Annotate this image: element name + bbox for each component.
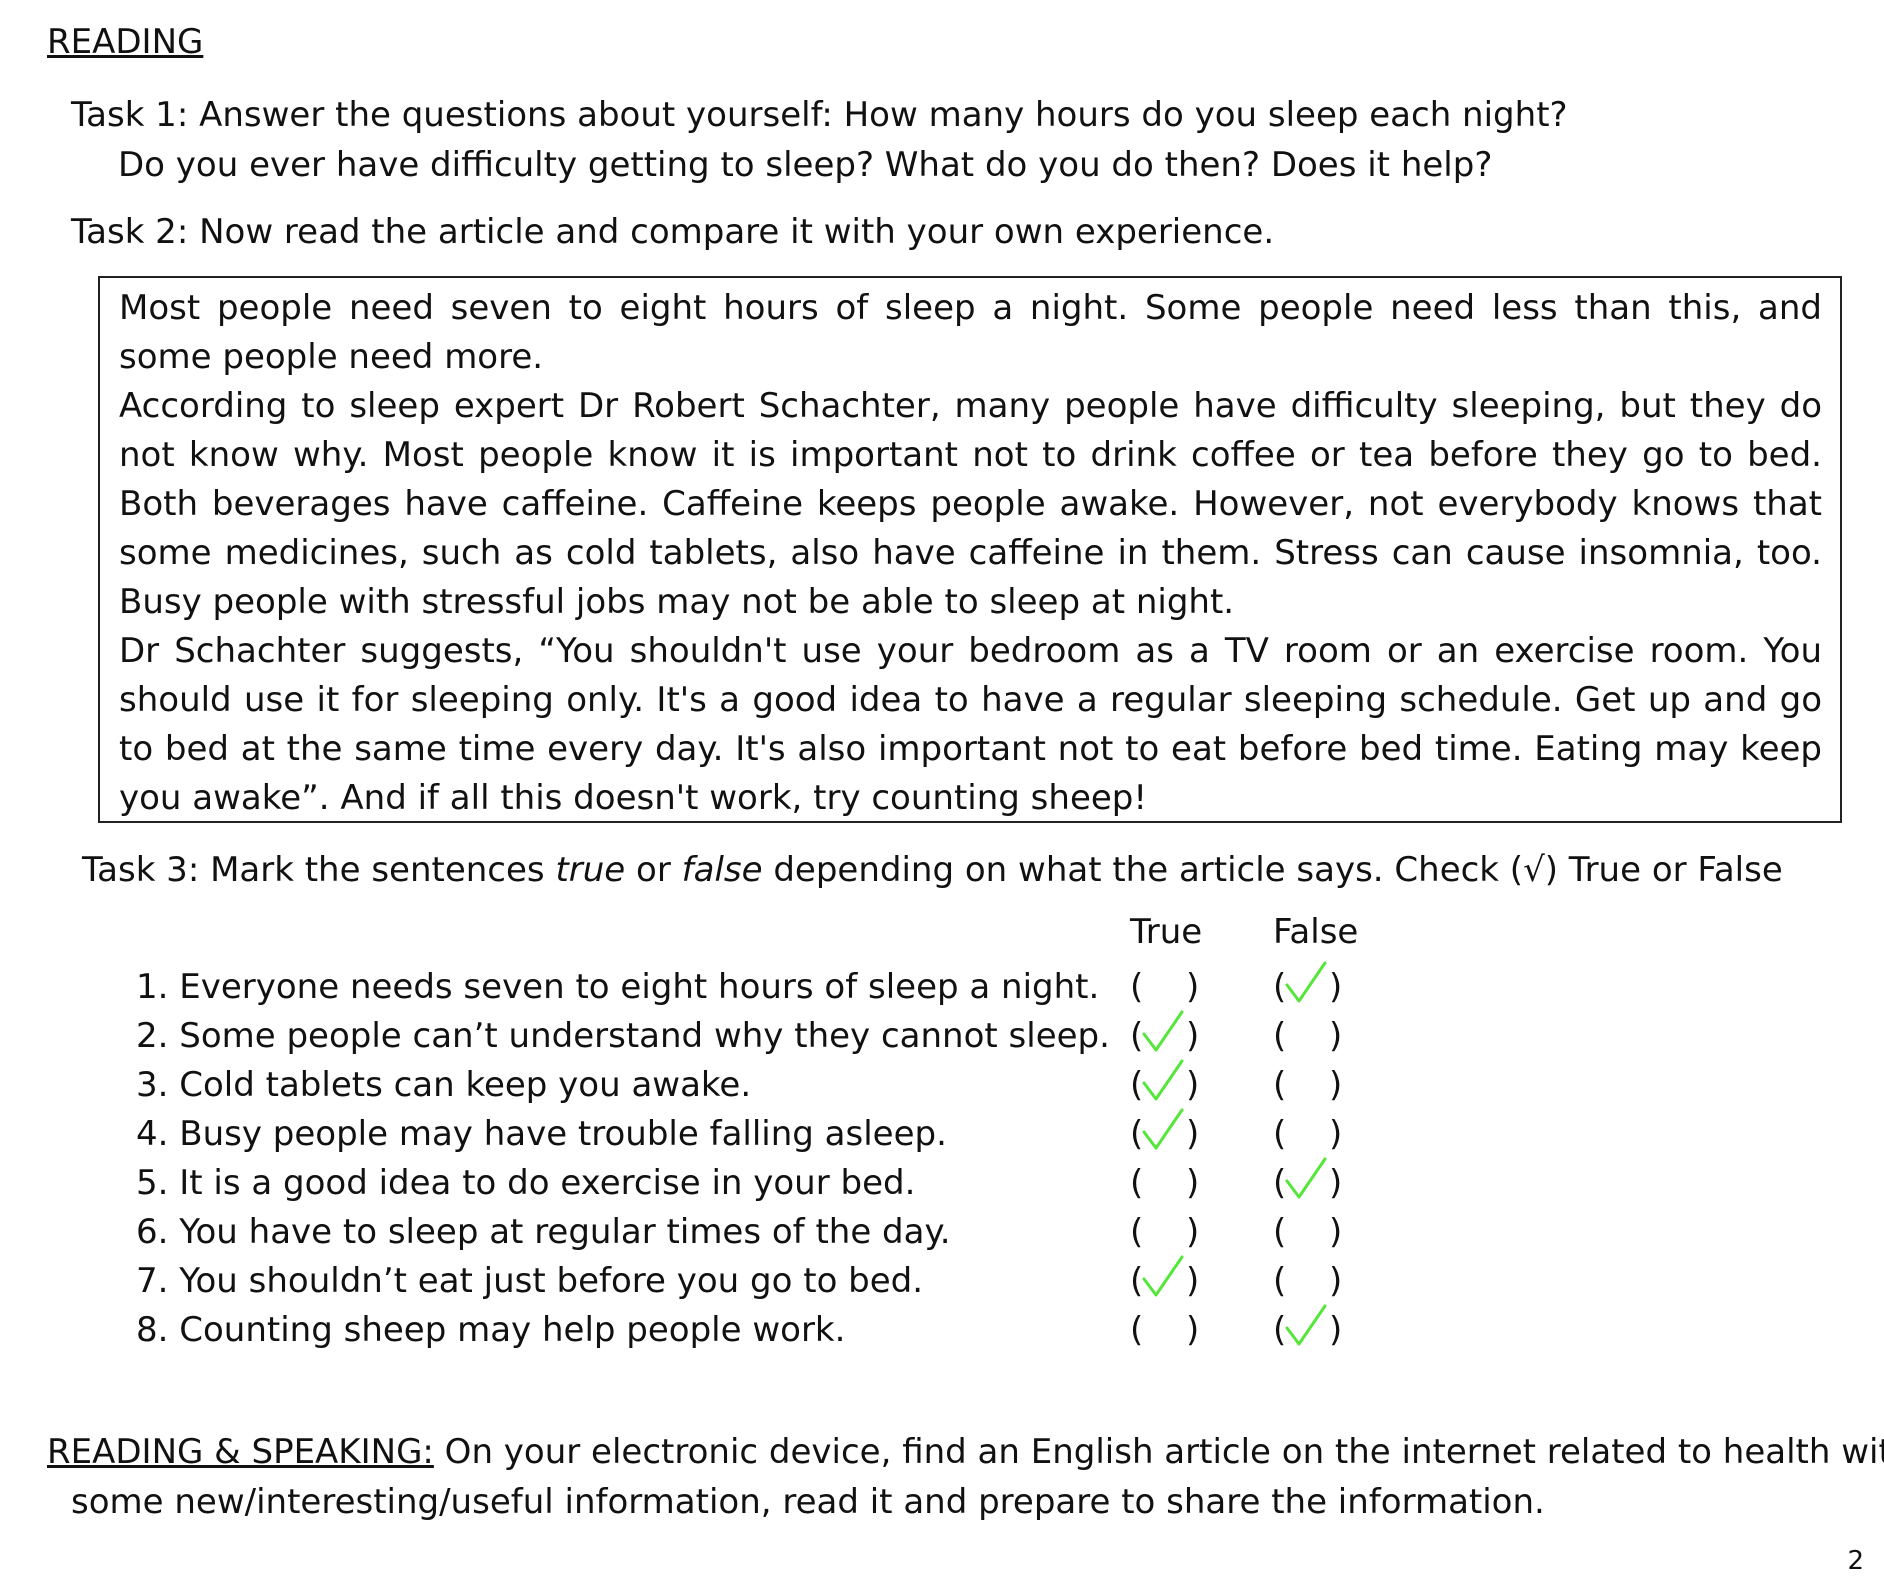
paren-open: (	[1130, 1310, 1144, 1350]
task-3: Task 3: Mark the sentences true or false…	[82, 845, 1783, 895]
paren-open: (	[1273, 1016, 1287, 1056]
handwritten-check-icon	[1285, 1157, 1327, 1199]
handwritten-check-icon	[1285, 961, 1327, 1003]
question-text: 8. Counting sheep may help people work.	[136, 1310, 846, 1350]
handwritten-check-icon	[1142, 1108, 1184, 1150]
page-number: 2	[1847, 1546, 1864, 1576]
article-paragraph-2: According to sleep expert Dr Robert Scha…	[119, 386, 1822, 622]
task-1: Task 1: Answer the questions about yours…	[71, 90, 1568, 190]
paren-close: )	[1186, 1163, 1200, 1203]
reading-speaking-task: READING & SPEAKING: On your electronic d…	[47, 1427, 1884, 1527]
column-header-false: False	[1273, 912, 1359, 952]
question-text: 2. Some people can’t understand why they…	[136, 1016, 1110, 1056]
task-3-prefix: Task 3: Mark the sentences	[82, 850, 556, 890]
paren-close: )	[1186, 1310, 1200, 1350]
question-text: 5. It is a good idea to do exercise in y…	[136, 1163, 916, 1203]
paren-open: (	[1130, 1163, 1144, 1203]
article-box: Most people need seven to eight hours of…	[98, 276, 1842, 823]
paren-close: )	[1329, 1212, 1343, 1252]
task-3-false-word: false	[681, 850, 763, 890]
handwritten-check-icon	[1142, 1255, 1184, 1297]
reading-speaking-heading: READING & SPEAKING:	[47, 1432, 434, 1472]
reading-heading: READING	[47, 22, 204, 62]
paren-open: (	[1273, 1212, 1287, 1252]
task-1-line-1: Task 1: Answer the questions about yours…	[71, 95, 1568, 135]
question-text: 6. You have to sleep at regular times of…	[136, 1212, 951, 1252]
worksheet-page: READING Task 1: Answer the questions abo…	[0, 0, 1884, 1592]
task-3-suffix: depending on what the article says. Chec…	[762, 850, 1783, 890]
task-3-or: or	[625, 850, 682, 890]
article-paragraph-1: Most people need seven to eight hours of…	[119, 288, 1822, 377]
question-text: 7. You shouldn’t eat just before you go …	[136, 1261, 924, 1301]
column-header-true: True	[1130, 912, 1203, 952]
task-2: Task 2: Now read the article and compare…	[71, 212, 1275, 252]
paren-close: )	[1329, 1065, 1343, 1105]
task-1-line-2: Do you ever have difficulty getting to s…	[118, 145, 1493, 185]
reading-speaking-line-2: some new/interesting/useful information,…	[71, 1482, 1545, 1522]
question-text: 3. Cold tablets can keep you awake.	[136, 1065, 752, 1105]
article-paragraph-3: Dr Schachter suggests, “You shouldn't us…	[119, 631, 1822, 818]
paren-close: )	[1329, 1016, 1343, 1056]
question-text: 1. Everyone needs seven to eight hours o…	[136, 967, 1100, 1007]
reading-speaking-line-1: On your electronic device, find an Engli…	[433, 1432, 1884, 1472]
task-3-true-word: true	[555, 850, 626, 890]
paren-open: (	[1273, 1065, 1287, 1105]
question-text: 4. Busy people may have trouble falling …	[136, 1114, 947, 1154]
handwritten-check-icon	[1285, 1304, 1327, 1346]
